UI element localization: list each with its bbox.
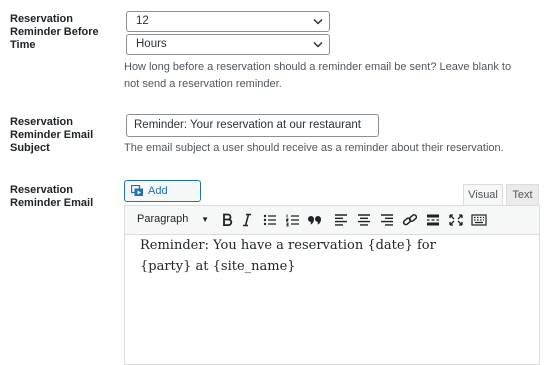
italic-icon[interactable] bbox=[238, 212, 256, 228]
chevron-down-icon bbox=[313, 41, 323, 48]
reminder-email-label: Reservation Reminder Email bbox=[10, 184, 94, 209]
reminder-before-time-description: How long before a reservation should a r… bbox=[124, 61, 512, 90]
reminder-unit-value: Hours bbox=[136, 38, 167, 50]
reminder-before-time-label: Reservation Reminder Before Time bbox=[10, 13, 99, 51]
align-right-icon[interactable] bbox=[378, 212, 396, 228]
reminder-subject-description: The email subject a user should receive … bbox=[124, 142, 504, 154]
toolbar-toggle-icon[interactable] bbox=[470, 212, 488, 228]
link-icon[interactable] bbox=[401, 212, 419, 228]
reminder-unit-select[interactable]: Hours bbox=[126, 34, 330, 55]
read-more-icon[interactable] bbox=[424, 212, 442, 228]
blockquote-icon[interactable] bbox=[308, 212, 326, 228]
tab-visual[interactable]: Visual bbox=[463, 184, 503, 206]
add-media-button[interactable]: Add Media bbox=[124, 180, 201, 217]
editor-toolbar: Paragraph ▼ bbox=[125, 206, 539, 235]
reminder-subject-input[interactable]: Reminder: Your reservation at our restau… bbox=[126, 114, 379, 137]
tab-text[interactable]: Text bbox=[506, 184, 539, 206]
media-icon bbox=[131, 185, 143, 196]
caret-down-icon: ▼ bbox=[201, 215, 209, 224]
numbered-list-icon[interactable] bbox=[284, 212, 302, 228]
format-select[interactable]: Paragraph ▼ bbox=[130, 210, 212, 230]
reminder-amount-value: 12 bbox=[136, 15, 149, 27]
email-editor[interactable]: Paragraph ▼ Reminder: You have a reserva… bbox=[124, 205, 540, 365]
align-center-icon[interactable] bbox=[355, 212, 373, 228]
reminder-amount-select[interactable]: 12 bbox=[126, 11, 330, 32]
fullscreen-icon[interactable] bbox=[447, 212, 465, 228]
align-left-icon[interactable] bbox=[332, 212, 350, 228]
reminder-subject-label: Reservation Reminder Email Subject bbox=[10, 116, 94, 154]
editor-content[interactable]: Reminder: You have a reservation {date} … bbox=[140, 235, 490, 277]
bold-icon[interactable] bbox=[218, 212, 236, 228]
bullet-list-icon[interactable] bbox=[261, 212, 279, 228]
format-select-value: Paragraph bbox=[137, 213, 189, 225]
chevron-down-icon bbox=[313, 18, 323, 25]
